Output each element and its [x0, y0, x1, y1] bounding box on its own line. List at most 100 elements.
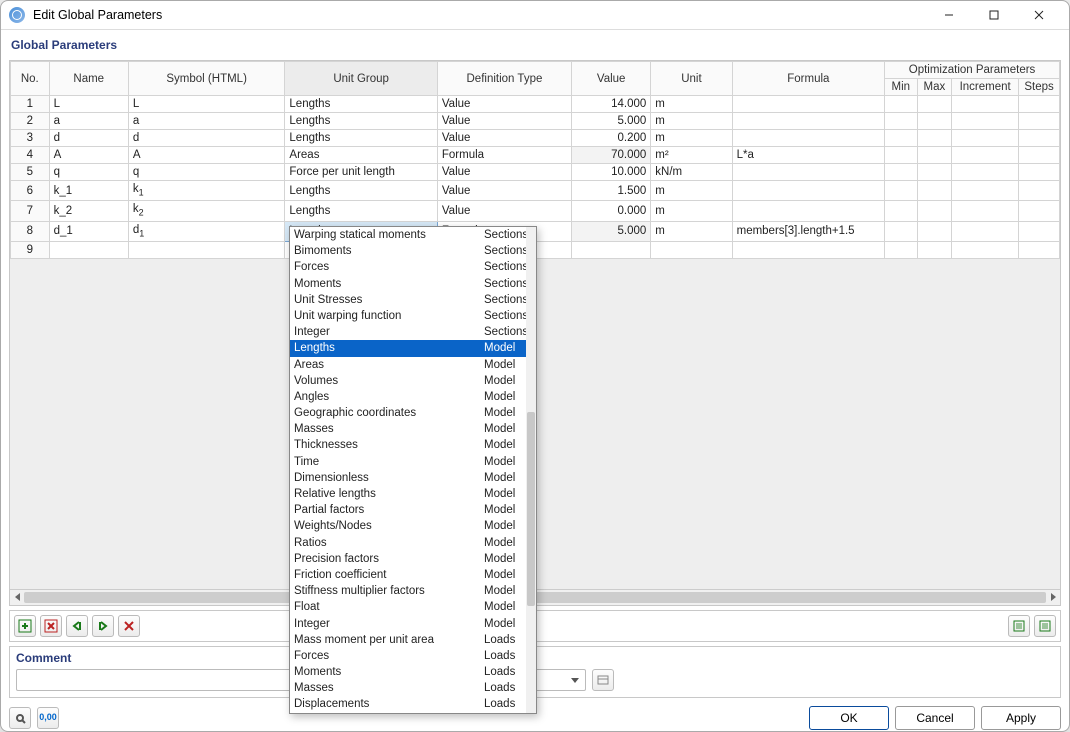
close-button[interactable]	[1016, 1, 1061, 29]
cell-steps[interactable]	[1019, 147, 1060, 164]
cell-formula[interactable]	[732, 181, 884, 201]
cell-unit-group[interactable]: Areas	[285, 147, 437, 164]
dropdown-item[interactable]: ForcesLoads	[290, 648, 536, 664]
dropdown-item[interactable]: ThicknessesModel	[290, 437, 536, 453]
cell-symbol[interactable]: a	[128, 113, 285, 130]
cell-min[interactable]	[885, 96, 918, 113]
cell-min[interactable]	[885, 130, 918, 147]
cell-def-type[interactable]: Value	[437, 201, 571, 221]
cell-max[interactable]	[917, 96, 952, 113]
row-number[interactable]: 7	[11, 201, 50, 221]
shift-left-button[interactable]	[66, 615, 88, 637]
cell-value[interactable]: 10.000	[572, 164, 651, 181]
cell-increment[interactable]	[952, 181, 1019, 201]
dropdown-item[interactable]: RatiosModel	[290, 535, 536, 551]
dropdown-item[interactable]: Friction coefficientModel	[290, 567, 536, 583]
cell-steps[interactable]	[1019, 241, 1060, 258]
cell-name[interactable]: d_1	[49, 221, 128, 241]
cell-increment[interactable]	[952, 164, 1019, 181]
dropdown-item[interactable]: Weights/NodesModel	[290, 518, 536, 534]
cell-value[interactable]: 0.000	[572, 201, 651, 221]
row-number[interactable]: 1	[11, 96, 50, 113]
cell-increment[interactable]	[952, 241, 1019, 258]
cell-formula[interactable]	[732, 96, 884, 113]
cell-def-type[interactable]: Value	[437, 181, 571, 201]
cell-def-type[interactable]: Value	[437, 96, 571, 113]
cell-name[interactable]: d	[49, 130, 128, 147]
delete-row-button[interactable]	[40, 615, 62, 637]
row-number[interactable]: 2	[11, 113, 50, 130]
row-number[interactable]: 5	[11, 164, 50, 181]
cell-formula[interactable]: members[3].length+1.5	[732, 221, 884, 241]
cell-steps[interactable]	[1019, 201, 1060, 221]
cell-name[interactable]: A	[49, 147, 128, 164]
cell-min[interactable]	[885, 113, 918, 130]
table-row[interactable]: 1LLLengthsValue14.000m	[11, 96, 1060, 113]
col-increment[interactable]: Increment	[952, 79, 1019, 96]
delete-all-button[interactable]	[118, 615, 140, 637]
cell-min[interactable]	[885, 181, 918, 201]
cell-value[interactable]: 0.200	[572, 130, 651, 147]
cell-unit[interactable]: m	[651, 201, 732, 221]
insert-row-button[interactable]	[14, 615, 36, 637]
comment-pick-button[interactable]	[592, 669, 614, 691]
cell-unit[interactable]: m	[651, 96, 732, 113]
dropdown-item[interactable]: LengthsModel	[290, 340, 536, 356]
cell-value[interactable]: 70.000	[572, 147, 651, 164]
cell-name[interactable]: L	[49, 96, 128, 113]
cell-value[interactable]: 5.000	[572, 113, 651, 130]
cell-increment[interactable]	[952, 130, 1019, 147]
cell-max[interactable]	[917, 221, 952, 241]
cell-increment[interactable]	[952, 221, 1019, 241]
row-number[interactable]: 3	[11, 130, 50, 147]
cell-unit[interactable]: m²	[651, 147, 732, 164]
cell-min[interactable]	[885, 147, 918, 164]
cell-def-type[interactable]: Formula	[437, 147, 571, 164]
cell-increment[interactable]	[952, 96, 1019, 113]
cell-steps[interactable]	[1019, 164, 1060, 181]
table-row[interactable]: 3ddLengthsValue0.200m	[11, 130, 1060, 147]
col-min[interactable]: Min	[885, 79, 918, 96]
cell-def-type[interactable]: Value	[437, 113, 571, 130]
cell-unit-group[interactable]: Lengths	[285, 113, 437, 130]
cell-value[interactable]: 14.000	[572, 96, 651, 113]
unit-group-dropdown[interactable]: Warping statical momentsSectionsBimoment…	[289, 226, 537, 714]
col-value[interactable]: Value	[572, 62, 651, 96]
col-max[interactable]: Max	[917, 79, 952, 96]
cell-steps[interactable]	[1019, 130, 1060, 147]
cell-unit[interactable]: kN/m	[651, 164, 732, 181]
dropdown-item[interactable]: AreasModel	[290, 357, 536, 373]
cell-value[interactable]: 5.000	[572, 221, 651, 241]
export-button-1[interactable]	[1008, 615, 1030, 637]
dropdown-item[interactable]: MomentsSections	[290, 276, 536, 292]
cell-symbol[interactable]: d1	[128, 221, 285, 241]
dropdown-item[interactable]: TimeModel	[290, 454, 536, 470]
dropdown-item[interactable]: Partial factorsModel	[290, 502, 536, 518]
cell-min[interactable]	[885, 201, 918, 221]
cell-symbol[interactable]	[128, 241, 285, 258]
cell-min[interactable]	[885, 241, 918, 258]
cell-max[interactable]	[917, 113, 952, 130]
cell-formula[interactable]	[732, 130, 884, 147]
cell-unit[interactable]: m	[651, 221, 732, 241]
cell-unit-group[interactable]: Lengths	[285, 130, 437, 147]
table-row[interactable]: 4AAAreasFormula70.000m²L*a	[11, 147, 1060, 164]
cell-max[interactable]	[917, 130, 952, 147]
apply-button[interactable]: Apply	[981, 706, 1061, 730]
cell-name[interactable]	[49, 241, 128, 258]
cell-max[interactable]	[917, 147, 952, 164]
row-number[interactable]: 9	[11, 241, 50, 258]
cell-name[interactable]: q	[49, 164, 128, 181]
cell-steps[interactable]	[1019, 96, 1060, 113]
col-unit-group[interactable]: Unit Group	[285, 62, 437, 96]
cell-unit[interactable]: m	[651, 113, 732, 130]
ok-button[interactable]: OK	[809, 706, 889, 730]
dropdown-scrollbar[interactable]	[526, 227, 536, 713]
cell-max[interactable]	[917, 181, 952, 201]
cell-unit-group[interactable]: Lengths	[285, 96, 437, 113]
dropdown-item[interactable]: FloatModel	[290, 599, 536, 615]
table-row[interactable]: 7k_2k2LengthsValue0.000m	[11, 201, 1060, 221]
col-def-type[interactable]: Definition Type	[437, 62, 571, 96]
shift-right-button[interactable]	[92, 615, 114, 637]
cell-unit[interactable]: m	[651, 130, 732, 147]
